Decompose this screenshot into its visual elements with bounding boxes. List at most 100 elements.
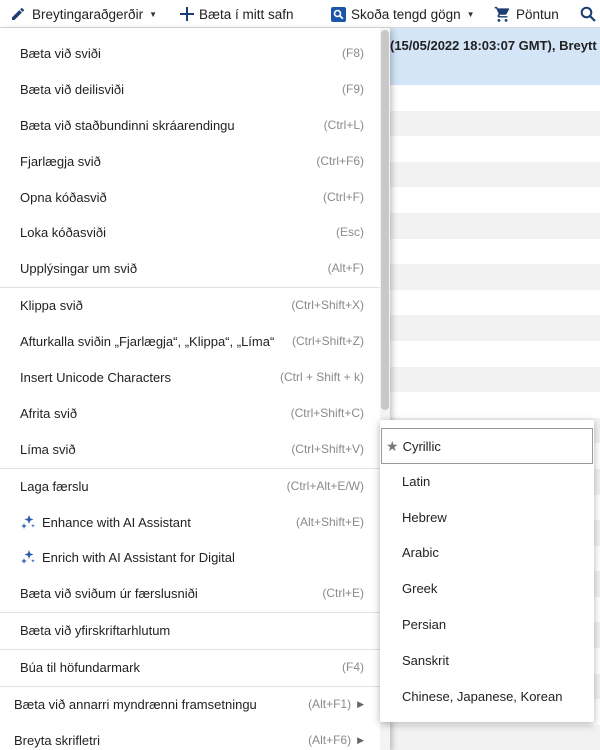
menu-item-fix-record[interactable]: Laga færslu (Ctrl+Alt+E/W) [0, 468, 380, 504]
menu-item-shortcut: (F9) [342, 82, 364, 96]
menu-item-shortcut: (Ctrl+E) [322, 586, 364, 600]
edit-actions-menu: Bæta við sviði (F8) Bæta við deilisviði … [0, 28, 390, 750]
record-row [380, 239, 600, 265]
menu-item-label: Klippa svið [20, 297, 83, 313]
menu-item-label: Bæta við yfirskriftarhlutum [20, 622, 171, 638]
menu-item-add-subfield[interactable]: Bæta við deilisviði (F9) [0, 71, 380, 107]
record-row [380, 290, 600, 316]
view-linked-data-label: Skoða tengd gögn [351, 6, 461, 22]
submenu-item-arabic[interactable]: Arabic [380, 534, 594, 570]
menu-item-label: Fjarlægja svið [20, 153, 101, 169]
submenu-item-label: Chinese, Japanese, Korean [402, 688, 563, 704]
menu-item-change-script[interactable]: Breyta skrifletri (Alt+F6) ▶ [0, 722, 380, 750]
submenu-item-label: Arabic [402, 544, 439, 560]
menu-item-shortcut: (Alt+Shift+E) [295, 515, 364, 529]
menu-item-label: Enhance with AI Assistant [42, 514, 191, 530]
submenu-item-label: Hebrew [402, 509, 447, 525]
record-row [380, 136, 600, 162]
menu-item-add-field[interactable]: Bæta við sviði (F8) [0, 35, 380, 71]
menu-item-paste-field[interactable]: Líma svið (Ctrl+Shift+V) [0, 431, 380, 467]
menu-item-label: Búa til höfundarmark [20, 659, 140, 675]
record-row [380, 110, 600, 137]
menu-item-label: Líma svið [20, 441, 76, 457]
menu-item-enrich-ai-digital[interactable]: Enrich with AI Assistant for Digital [0, 539, 380, 575]
record-row [380, 187, 600, 213]
menu-item-shortcut: (Ctrl+Shift+V) [291, 442, 364, 456]
menu-item-close-code-field[interactable]: Loka kóðasviði (Esc) [0, 214, 380, 250]
menu-item-label: Breyta skrifletri [14, 732, 100, 748]
record-row [380, 724, 600, 750]
menu-item-open-code-field[interactable]: Opna kóðasvið (Ctrl+F) [0, 179, 380, 215]
menu-item-label: Insert Unicode Characters [20, 369, 172, 385]
record-row [380, 264, 600, 290]
menu-item-add-from-template[interactable]: Bæta við sviðum úr færslusniði (Ctrl+E) [0, 575, 380, 611]
record-header: (15/05/2022 18:03:07 GMT), Breytt af [380, 28, 600, 85]
submenu-item-latin[interactable]: Latin [380, 463, 594, 499]
menu-item-shortcut: (Ctrl+F) [323, 190, 364, 204]
edit-actions-label: Breytingaraðgerðir [32, 6, 144, 22]
menu-item-shortcut: (F4) [342, 660, 364, 674]
toolbar: Breytingaraðgerðir ▼ Bæta í mitt safn Sk… [0, 0, 600, 28]
menu-item-label: Loka kóðasviði [20, 224, 106, 240]
submenu-item-cyrillic[interactable]: ★ Cyrillic [381, 428, 593, 464]
menu-item-create-author-mark[interactable]: Búa til höfundarmark (F4) [0, 649, 380, 685]
sparkle-icon [21, 550, 35, 564]
add-to-collection-label: Bæta í mitt safn [199, 6, 294, 22]
submenu-item-persian[interactable]: Persian [380, 606, 594, 642]
menu-item-label: Bæta við staðbundinni skráarendingu [20, 117, 235, 133]
record-row [380, 366, 600, 393]
view-linked-data-button[interactable]: Skoða tengd gögn ▼ [331, 0, 475, 28]
menu-item-shortcut: (Ctrl+F6) [316, 154, 364, 168]
menu-item-add-local-extension[interactable]: Bæta við staðbundinni skráarendingu (Ctr… [0, 107, 380, 143]
menu-item-label-wrap: Enrich with AI Assistant for Digital [20, 549, 364, 565]
submenu-item-hebrew[interactable]: Hebrew [380, 499, 594, 535]
order-label: Pöntun [516, 6, 559, 22]
menu-item-label: Bæta við deilisviði [20, 81, 125, 97]
menu-item-label: Laga færslu [20, 478, 89, 494]
menu-item-shortcut: (Alt+F6) [308, 733, 352, 747]
menu-item-shortcut: (Ctrl+Shift+X) [291, 298, 364, 312]
order-button[interactable]: Pöntun [494, 0, 559, 28]
menu-item-shortcut: (Ctrl+L) [323, 118, 364, 132]
menu-item-shortcut: (Ctrl+Shift+Z) [291, 334, 364, 348]
menu-item-insert-unicode[interactable]: Insert Unicode Characters (Ctrl + Shift … [0, 359, 380, 395]
menu-item-shortcut: (Ctrl + Shift + k) [279, 370, 364, 384]
record-row [380, 315, 600, 341]
record-row [380, 85, 600, 111]
menu-item-cut-field[interactable]: Klippa svið (Ctrl+Shift+X) [0, 287, 380, 323]
record-row [380, 392, 600, 418]
caret-right-icon: ▶ [357, 698, 364, 709]
submenu-item-greek[interactable]: Greek [380, 570, 594, 606]
edit-actions-button[interactable]: Breytingaraðgerðir ▼ [10, 0, 157, 28]
star-icon: ★ [386, 437, 399, 454]
caret-down-icon: ▼ [149, 9, 157, 19]
menu-item-label: Afrita svið [20, 405, 78, 421]
caret-right-icon: ▶ [357, 734, 364, 745]
menu-item-shortcut: (F8) [342, 46, 364, 60]
menu-item-add-heading-parts[interactable]: Bæta við yfirskriftarhlutum [0, 612, 380, 648]
menu-item-label: Upplýsingar um svið [20, 260, 138, 276]
menu-item-copy-field[interactable]: Afrita svið (Ctrl+Shift+C) [0, 395, 380, 431]
menu-item-shortcut: (Ctrl+Shift+C) [290, 406, 364, 420]
menu-item-label-wrap: Enhance with AI Assistant [20, 514, 296, 530]
menu-item-add-alt-graphic[interactable]: Bæta við annarri myndrænni framsetningu … [0, 686, 380, 722]
menu-scrollbar-thumb[interactable] [381, 30, 389, 410]
search-button[interactable] [580, 0, 596, 28]
menu-item-undo[interactable]: Afturkalla sviðin „Fjarlægja“, „Klippa“,… [0, 323, 380, 359]
menu-item-remove-field[interactable]: Fjarlægja svið (Ctrl+F6) [0, 143, 380, 179]
menu-item-label: Bæta við sviðum úr færslusniði [20, 585, 198, 601]
submenu-item-label: Cyrillic [402, 438, 441, 454]
submenu-item-cjk[interactable]: Chinese, Japanese, Korean [380, 678, 594, 714]
cart-icon [494, 6, 511, 22]
menu-item-enhance-ai[interactable]: Enhance with AI Assistant (Alt+Shift+E) [0, 504, 380, 540]
search-icon [580, 6, 596, 22]
menu-item-shortcut: (Ctrl+Alt+E/W) [286, 479, 364, 493]
menu-item-label: Bæta við annarri myndrænni framsetningu [14, 696, 257, 712]
menu-item-label: Opna kóðasvið [20, 189, 107, 205]
menu-item-label: Enrich with AI Assistant for Digital [42, 549, 235, 565]
add-to-collection-button[interactable]: Bæta í mitt safn [180, 0, 294, 28]
submenu-item-sanskrit[interactable]: Sanskrit [380, 642, 594, 678]
menu-item-label: Afturkalla sviðin „Fjarlægja“, „Klippa“,… [20, 333, 275, 349]
submenu-item-label: Greek [402, 580, 438, 596]
menu-item-field-info[interactable]: Upplýsingar um svið (Alt+F) [0, 250, 380, 286]
